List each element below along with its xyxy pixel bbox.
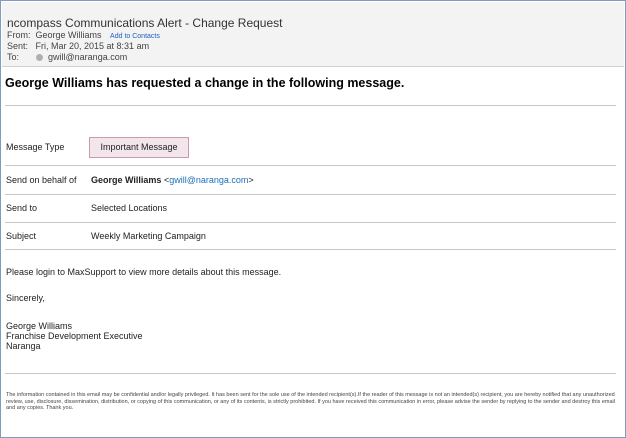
send-to-value: Selected Locations: [91, 203, 168, 213]
subject-value: Weekly Marketing Campaign: [91, 231, 206, 241]
sender-email-link[interactable]: gwill@naranga.com: [169, 175, 248, 185]
signature-name: George Williams: [6, 321, 73, 331]
from-label: From:: [7, 30, 31, 40]
email-title: ncompass Communications Alert - Change R…: [7, 16, 283, 30]
to-label: To:: [7, 52, 20, 62]
sent-row: Sent: Fri, Mar 20, 2015 at 8:31 am: [7, 41, 149, 51]
sender-name: George Williams: [91, 175, 162, 185]
login-instruction: Please login to MaxSupport to view more …: [6, 267, 282, 277]
to-value: gwill@naranga.com: [48, 52, 128, 62]
message-type-badge: Important Message: [89, 137, 189, 158]
sent-value: Fri, Mar 20, 2015 at 8:31 am: [35, 41, 150, 51]
contact-icon: [35, 54, 43, 62]
email-header: ncompass Communications Alert - Change R…: [2, 2, 624, 67]
signature-title: Franchise Development Executive: [6, 331, 143, 341]
send-on-behalf-label: Send on behalf of: [6, 175, 77, 185]
page-title: George Williams has requested a change i…: [5, 76, 405, 90]
signature-company: Naranga: [6, 341, 41, 351]
divider: [5, 222, 616, 223]
divider: [5, 373, 616, 374]
subject-label: Subject: [6, 231, 37, 241]
divider: [5, 105, 616, 106]
divider: [5, 165, 616, 166]
divider: [5, 249, 616, 250]
sincerely-text: Sincerely,: [6, 293, 45, 303]
disclaimer-text: The information contained in this email …: [6, 392, 615, 411]
sent-label: Sent:: [7, 41, 29, 51]
divider: [5, 194, 616, 195]
message-type-label: Message Type: [6, 142, 65, 152]
from-value: George Williams: [35, 30, 102, 40]
to-row: To: gwill@naranga.com: [7, 52, 127, 62]
send-to-label: Send to: [6, 203, 38, 213]
email-window: ncompass Communications Alert - Change R…: [0, 0, 626, 438]
send-on-behalf-value: George Williams <gwill@naranga.com>: [91, 175, 254, 185]
from-row: From: George Williams Add to Contacts: [7, 30, 160, 40]
email-bracket-close: >: [248, 175, 254, 185]
add-to-contacts-link[interactable]: Add to Contacts: [110, 33, 160, 40]
